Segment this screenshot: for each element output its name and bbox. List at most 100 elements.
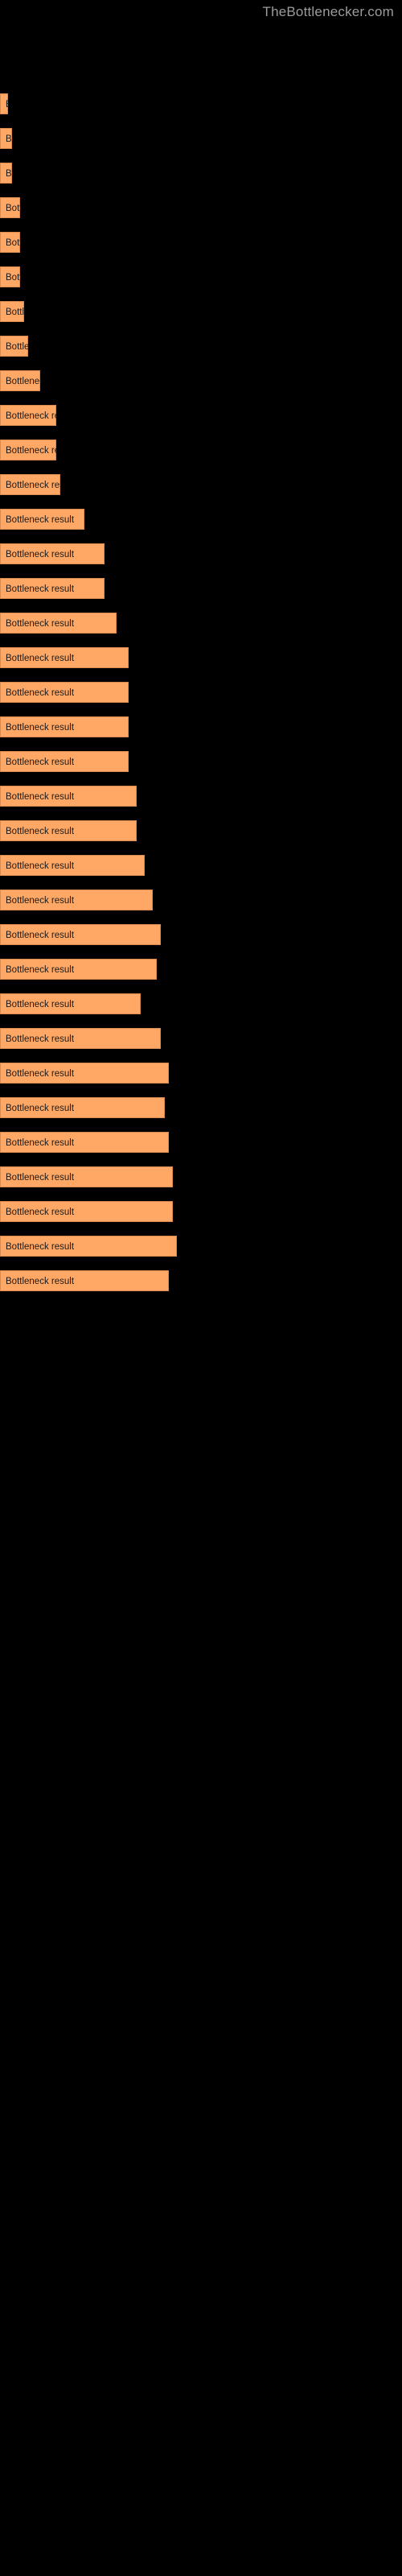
- bar-label: Bottleneck result: [6, 238, 21, 248]
- bar-row: Bottleneck result: [0, 613, 402, 634]
- bar: Bottleneck result: [0, 716, 129, 737]
- bar: Bottleneck result: [0, 543, 105, 564]
- bar-label: Bottleneck result: [6, 931, 75, 940]
- bar-row: Bottleneck result: [0, 682, 402, 703]
- bar-label: Bottleneck result: [6, 654, 75, 663]
- bar-label: Bottleneck result: [6, 1173, 75, 1183]
- bar-row: Bottleneck result: [0, 1097, 402, 1118]
- bar-label: Bottleneck result: [6, 273, 21, 283]
- bar-label: Bottleneck result: [6, 1208, 75, 1217]
- bar: Bottleneck result: [0, 959, 157, 980]
- bar: Bottleneck result: [0, 1028, 161, 1049]
- bar-row: Bottleneck result: [0, 543, 402, 564]
- bar: Bottleneck result: [0, 1097, 165, 1118]
- bar-label: Bottleneck result: [6, 342, 29, 352]
- bar-label: Bottleneck result: [6, 1277, 75, 1286]
- bar: Bottleneck result: [0, 474, 61, 495]
- bar: Bottleneck result: [0, 93, 9, 114]
- bar-label: Bottleneck result: [6, 169, 13, 179]
- bar-label: Bottleneck result: [6, 688, 75, 698]
- bar: Bottleneck result: [0, 266, 21, 287]
- bar-label: Bottleneck result: [6, 896, 75, 906]
- bar-label: Bottleneck result: [6, 515, 75, 525]
- bar-label: Bottleneck result: [6, 100, 9, 109]
- bar-label: Bottleneck result: [6, 134, 13, 144]
- bar: Bottleneck result: [0, 197, 21, 218]
- bar-label: Bottleneck result: [6, 1069, 75, 1079]
- bar: Bottleneck result: [0, 1270, 169, 1291]
- bar-row: Bottleneck result: [0, 128, 402, 149]
- bar-row: Bottleneck result: [0, 1236, 402, 1257]
- bar-row: Bottleneck result: [0, 820, 402, 841]
- bar-label: Bottleneck result: [6, 792, 75, 802]
- bar-label: Bottleneck result: [6, 1242, 75, 1252]
- bar-label: Bottleneck result: [6, 861, 75, 871]
- bar-label: Bottleneck result: [6, 411, 57, 421]
- bar: Bottleneck result: [0, 993, 141, 1014]
- bar-row: Bottleneck result: [0, 924, 402, 945]
- bar-label: Bottleneck result: [6, 619, 75, 629]
- bar-row: Bottleneck result: [0, 1063, 402, 1084]
- bar-row: Bottleneck result: [0, 440, 402, 460]
- bar-label: Bottleneck result: [6, 446, 57, 456]
- bar: Bottleneck result: [0, 1166, 173, 1187]
- bar: Bottleneck result: [0, 509, 84, 530]
- bar-label: Bottleneck result: [6, 377, 41, 386]
- bar-label: Bottleneck result: [6, 1138, 75, 1148]
- bar-row: Bottleneck result: [0, 959, 402, 980]
- bar-row: Bottleneck result: [0, 751, 402, 772]
- bar-label: Bottleneck result: [6, 308, 25, 317]
- bar: Bottleneck result: [0, 1132, 169, 1153]
- bar-row: Bottleneck result: [0, 163, 402, 184]
- bar-row: Bottleneck result: [0, 1028, 402, 1049]
- bar-row: Bottleneck result: [0, 647, 402, 668]
- bar-label: Bottleneck result: [6, 584, 75, 594]
- bar: Bottleneck result: [0, 751, 129, 772]
- bar-row: Bottleneck result: [0, 855, 402, 876]
- bar-row: Bottleneck result: [0, 474, 402, 495]
- bar-label: Bottleneck result: [6, 204, 21, 213]
- bar: Bottleneck result: [0, 1063, 169, 1084]
- bar: Bottleneck result: [0, 163, 13, 184]
- bar: Bottleneck result: [0, 128, 13, 149]
- bar-label: Bottleneck result: [6, 481, 61, 490]
- bar-row: Bottleneck result: [0, 578, 402, 599]
- bar: Bottleneck result: [0, 924, 161, 945]
- bar-label: Bottleneck result: [6, 1104, 75, 1113]
- bar: Bottleneck result: [0, 370, 41, 391]
- bar-row: Bottleneck result: [0, 1270, 402, 1291]
- bar-row: Bottleneck result: [0, 405, 402, 426]
- bar-row: Bottleneck result: [0, 1201, 402, 1222]
- bar-row: Bottleneck result: [0, 716, 402, 737]
- bar-label: Bottleneck result: [6, 723, 75, 733]
- bar-label: Bottleneck result: [6, 827, 75, 836]
- bar: Bottleneck result: [0, 855, 145, 876]
- bar: Bottleneck result: [0, 405, 57, 426]
- bar-label: Bottleneck result: [6, 965, 75, 975]
- bar: Bottleneck result: [0, 232, 21, 253]
- bar-row: Bottleneck result: [0, 1132, 402, 1153]
- bar-row: Bottleneck result: [0, 266, 402, 287]
- bar-row: Bottleneck result: [0, 93, 402, 114]
- bar-row: Bottleneck result: [0, 993, 402, 1014]
- bar: Bottleneck result: [0, 890, 153, 910]
- bar-label: Bottleneck result: [6, 758, 75, 767]
- bar: Bottleneck result: [0, 1236, 177, 1257]
- bar-row: Bottleneck result: [0, 370, 402, 391]
- bar-row: Bottleneck result: [0, 509, 402, 530]
- bar: Bottleneck result: [0, 682, 129, 703]
- bar-label: Bottleneck result: [6, 550, 75, 559]
- bar-label: Bottleneck result: [6, 1034, 75, 1044]
- bar-label: Bottleneck result: [6, 1000, 75, 1009]
- bar-row: Bottleneck result: [0, 890, 402, 910]
- bar-row: Bottleneck result: [0, 336, 402, 357]
- bar: Bottleneck result: [0, 786, 137, 807]
- bar-row: Bottleneck result: [0, 1166, 402, 1187]
- bar: Bottleneck result: [0, 301, 25, 322]
- bar: Bottleneck result: [0, 578, 105, 599]
- bar: Bottleneck result: [0, 440, 57, 460]
- bar: Bottleneck result: [0, 336, 29, 357]
- bar: Bottleneck result: [0, 613, 117, 634]
- bar-row: Bottleneck result: [0, 232, 402, 253]
- bar-row: Bottleneck result: [0, 786, 402, 807]
